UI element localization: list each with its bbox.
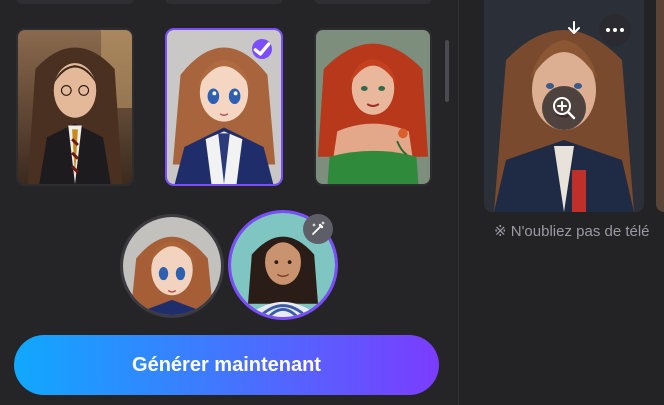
previous-row-card bbox=[16, 0, 134, 4]
download-reminder-text: ※ N'oubliez pas de télé bbox=[494, 223, 650, 240]
previous-row-card bbox=[165, 0, 283, 4]
anime-result-image bbox=[123, 217, 221, 315]
avatar-anime-result bbox=[120, 214, 224, 318]
download-icon[interactable] bbox=[561, 16, 587, 42]
style-card-realistic-student[interactable] bbox=[16, 28, 134, 186]
style-card-red-hair-fantasy[interactable] bbox=[314, 28, 432, 186]
more-options-button[interactable] bbox=[599, 14, 631, 46]
generate-now-button[interactable]: Générer maintenant bbox=[14, 335, 439, 395]
style-card-anime-girl[interactable] bbox=[165, 28, 283, 186]
generator-panel: Générer maintenant bbox=[0, 0, 458, 405]
zoom-in-button[interactable] bbox=[542, 86, 586, 130]
more-dots-icon bbox=[606, 28, 624, 32]
next-result-card[interactable] bbox=[656, 0, 664, 212]
panel-divider bbox=[458, 0, 459, 405]
zoom-in-icon bbox=[553, 97, 576, 120]
selected-check-icon bbox=[252, 39, 272, 59]
edit-photo-button[interactable] bbox=[303, 214, 333, 244]
red-hair-fantasy-image bbox=[316, 30, 430, 184]
realistic-student-image bbox=[18, 30, 132, 184]
scrollbar-thumb[interactable] bbox=[445, 40, 449, 102]
previous-row-card bbox=[314, 0, 432, 4]
magic-wand-icon bbox=[312, 221, 325, 235]
